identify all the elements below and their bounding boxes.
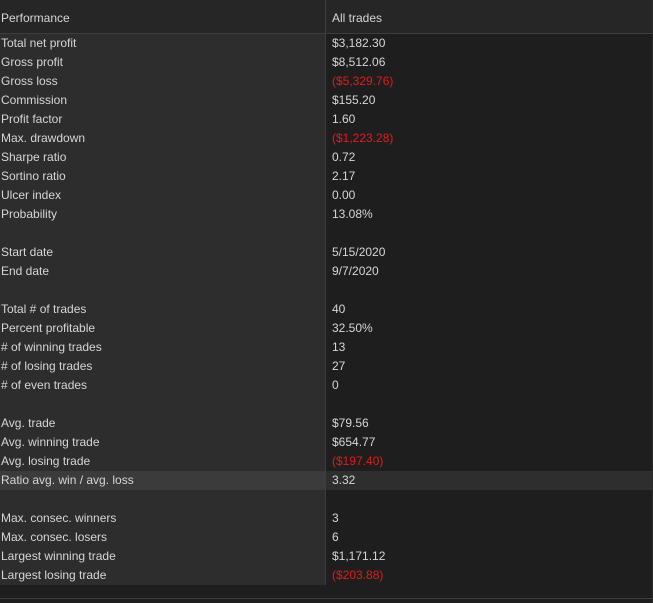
grid-body: Total net profit $3,182.30 Gross profit $8,… — [0, 34, 653, 585]
metric-value: 2.17 — [332, 169, 356, 183]
metric-label: Avg. losing trade — [0, 452, 326, 471]
metric-value — [326, 224, 653, 243]
metric-value — [326, 490, 653, 509]
table-row[interactable]: Commission $155.20 — [0, 91, 653, 110]
metric-label: Max. consec. winners — [0, 509, 326, 528]
metric-value: 0.72 — [332, 150, 356, 164]
table-row-spacer — [0, 395, 653, 414]
metric-value: $79.56 — [332, 416, 369, 430]
metric-label: Probability — [0, 205, 326, 224]
metric-value: 13 — [332, 340, 346, 354]
metric-value: $1,171.12 — [332, 549, 386, 563]
metric-label: Profit factor — [0, 110, 326, 129]
table-row[interactable]: Largest losing trade ($203.88) — [0, 566, 653, 585]
metric-value: 1.60 — [332, 112, 356, 126]
metric-value: $3,182.30 — [332, 36, 386, 50]
grid-bottom-divider — [0, 598, 653, 599]
table-row[interactable]: Avg. winning trade $654.77 — [0, 433, 653, 452]
metric-label: Largest losing trade — [0, 566, 326, 585]
metric-value: 0.00 — [332, 188, 356, 202]
table-row[interactable]: Gross loss ($5,329.76) — [0, 72, 653, 91]
metric-label — [0, 395, 326, 414]
table-row[interactable]: Sortino ratio 2.17 — [0, 167, 653, 186]
metric-value — [326, 281, 653, 300]
metric-label: Ratio avg. win / avg. loss — [0, 471, 326, 490]
metric-value: $8,512.06 — [332, 55, 386, 69]
table-row[interactable]: Max. drawdown ($1,223.28) — [0, 129, 653, 148]
metric-value: ($197.40) — [332, 454, 384, 468]
table-row[interactable]: End date 9/7/2020 — [0, 262, 653, 281]
metric-value: 9/7/2020 — [332, 264, 379, 278]
metric-label — [0, 224, 326, 243]
metric-value: 27 — [332, 359, 346, 373]
metric-label — [0, 490, 326, 509]
metric-value: ($1,223.28) — [332, 131, 394, 145]
column-header-performance[interactable]: Performance — [0, 0, 326, 33]
table-row-spacer — [0, 490, 653, 509]
metric-label: # of losing trades — [0, 357, 326, 376]
table-row[interactable]: Total net profit $3,182.30 — [0, 34, 653, 53]
metric-label: Start date — [0, 243, 326, 262]
table-row[interactable]: # of winning trades 13 — [0, 338, 653, 357]
table-row[interactable]: Sharpe ratio 0.72 — [0, 148, 653, 167]
table-row[interactable]: Avg. losing trade ($197.40) — [0, 452, 653, 471]
metric-label: Total net profit — [0, 34, 326, 53]
metric-label: # of winning trades — [0, 338, 326, 357]
table-row[interactable]: Profit factor 1.60 — [0, 110, 653, 129]
table-row[interactable]: Ratio avg. win / avg. loss 3.32 — [0, 471, 653, 490]
metric-value: 3.32 — [326, 471, 653, 490]
metric-value: 40 — [332, 302, 346, 316]
column-header-all-trades[interactable]: All trades — [326, 0, 653, 33]
table-row[interactable]: Largest winning trade $1,171.12 — [0, 547, 653, 566]
metric-value: $654.77 — [332, 435, 376, 449]
metric-label: Percent profitable — [0, 319, 326, 338]
table-row[interactable]: Gross profit $8,512.06 — [0, 53, 653, 72]
metric-label: Gross profit — [0, 53, 326, 72]
metric-label: Largest winning trade — [0, 547, 326, 566]
metric-value: ($5,329.76) — [332, 74, 394, 88]
table-row[interactable]: Max. consec. winners 3 — [0, 509, 653, 528]
table-row-spacer — [0, 224, 653, 243]
metric-label: Gross loss — [0, 72, 326, 91]
table-row[interactable]: # of losing trades 27 — [0, 357, 653, 376]
table-row[interactable]: Avg. trade $79.56 — [0, 414, 653, 433]
table-row[interactable]: # of even trades 0 — [0, 376, 653, 395]
metric-value: 3 — [332, 511, 339, 525]
metric-label: Commission — [0, 91, 326, 110]
grid-header: Performance All trades — [0, 0, 653, 34]
metric-label: Avg. trade — [0, 414, 326, 433]
table-row[interactable]: Probability 13.08% — [0, 205, 653, 224]
table-row[interactable]: Ulcer index 0.00 — [0, 186, 653, 205]
metric-value: 5/15/2020 — [332, 245, 386, 259]
metric-label: Max. consec. losers — [0, 528, 326, 547]
metric-value: $155.20 — [332, 93, 376, 107]
metric-label: Ulcer index — [0, 186, 326, 205]
metric-value: 32.50% — [332, 321, 373, 335]
metric-label: # of even trades — [0, 376, 326, 395]
metric-value: 0 — [332, 378, 339, 392]
metric-label: Sortino ratio — [0, 167, 326, 186]
metric-value: ($203.88) — [332, 568, 384, 582]
table-row[interactable]: Max. consec. losers 6 — [0, 528, 653, 547]
metric-value: 13.08% — [332, 207, 373, 221]
table-row[interactable]: Percent profitable 32.50% — [0, 319, 653, 338]
metric-label: Sharpe ratio — [0, 148, 326, 167]
table-row[interactable]: Total # of trades 40 — [0, 300, 653, 319]
metric-label: End date — [0, 262, 326, 281]
performance-grid: Performance All trades Total net profit $… — [0, 0, 653, 603]
metric-label: Max. drawdown — [0, 129, 326, 148]
metric-value — [326, 395, 653, 414]
metric-label: Total # of trades — [0, 300, 326, 319]
metric-label: Avg. winning trade — [0, 433, 326, 452]
metric-value: 6 — [332, 530, 339, 544]
table-row-spacer — [0, 281, 653, 300]
table-row[interactable]: Start date 5/15/2020 — [0, 243, 653, 262]
metric-label — [0, 281, 326, 300]
